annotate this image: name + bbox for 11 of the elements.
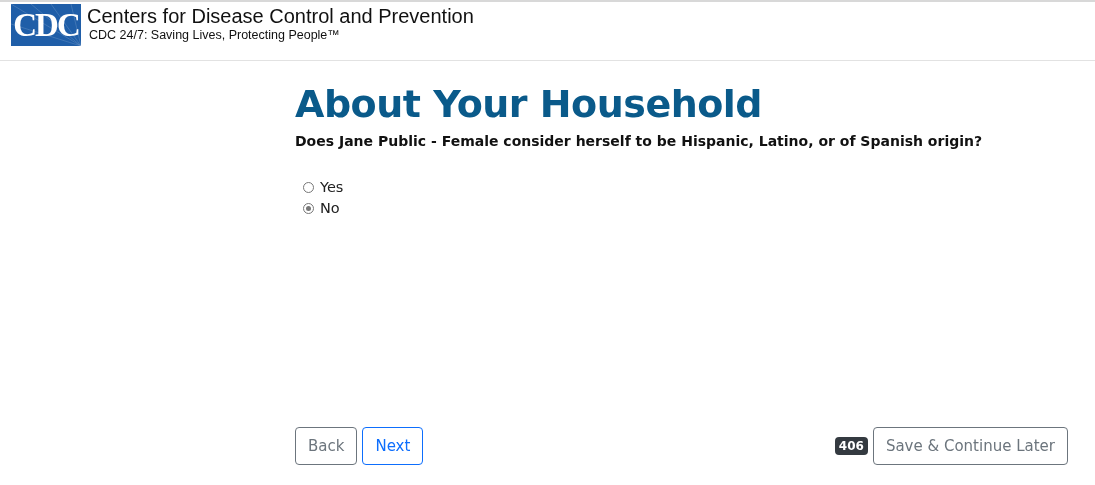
question-text: Does Jane Public - Female consider herself to be Hispanic, Latino, or of Spanish origin? — [295, 133, 984, 149]
back-button[interactable]: Back — [295, 427, 358, 465]
option-label[interactable]: No — [320, 200, 340, 216]
save-continue-button[interactable]: Save & Continue Later — [872, 427, 1068, 465]
page-heading: About Your Household — [295, 81, 764, 127]
count-badge: 406 — [834, 437, 868, 455]
site-title: Centers for Disease Control and Prevention — [87, 4, 474, 28]
site-tagline: CDC 24/7: Saving Lives, Protecting People™ — [89, 28, 341, 42]
cdc-logo[interactable]: CDC — [11, 4, 81, 46]
option-label[interactable]: Yes — [320, 179, 344, 195]
next-button[interactable]: Next — [362, 427, 424, 465]
